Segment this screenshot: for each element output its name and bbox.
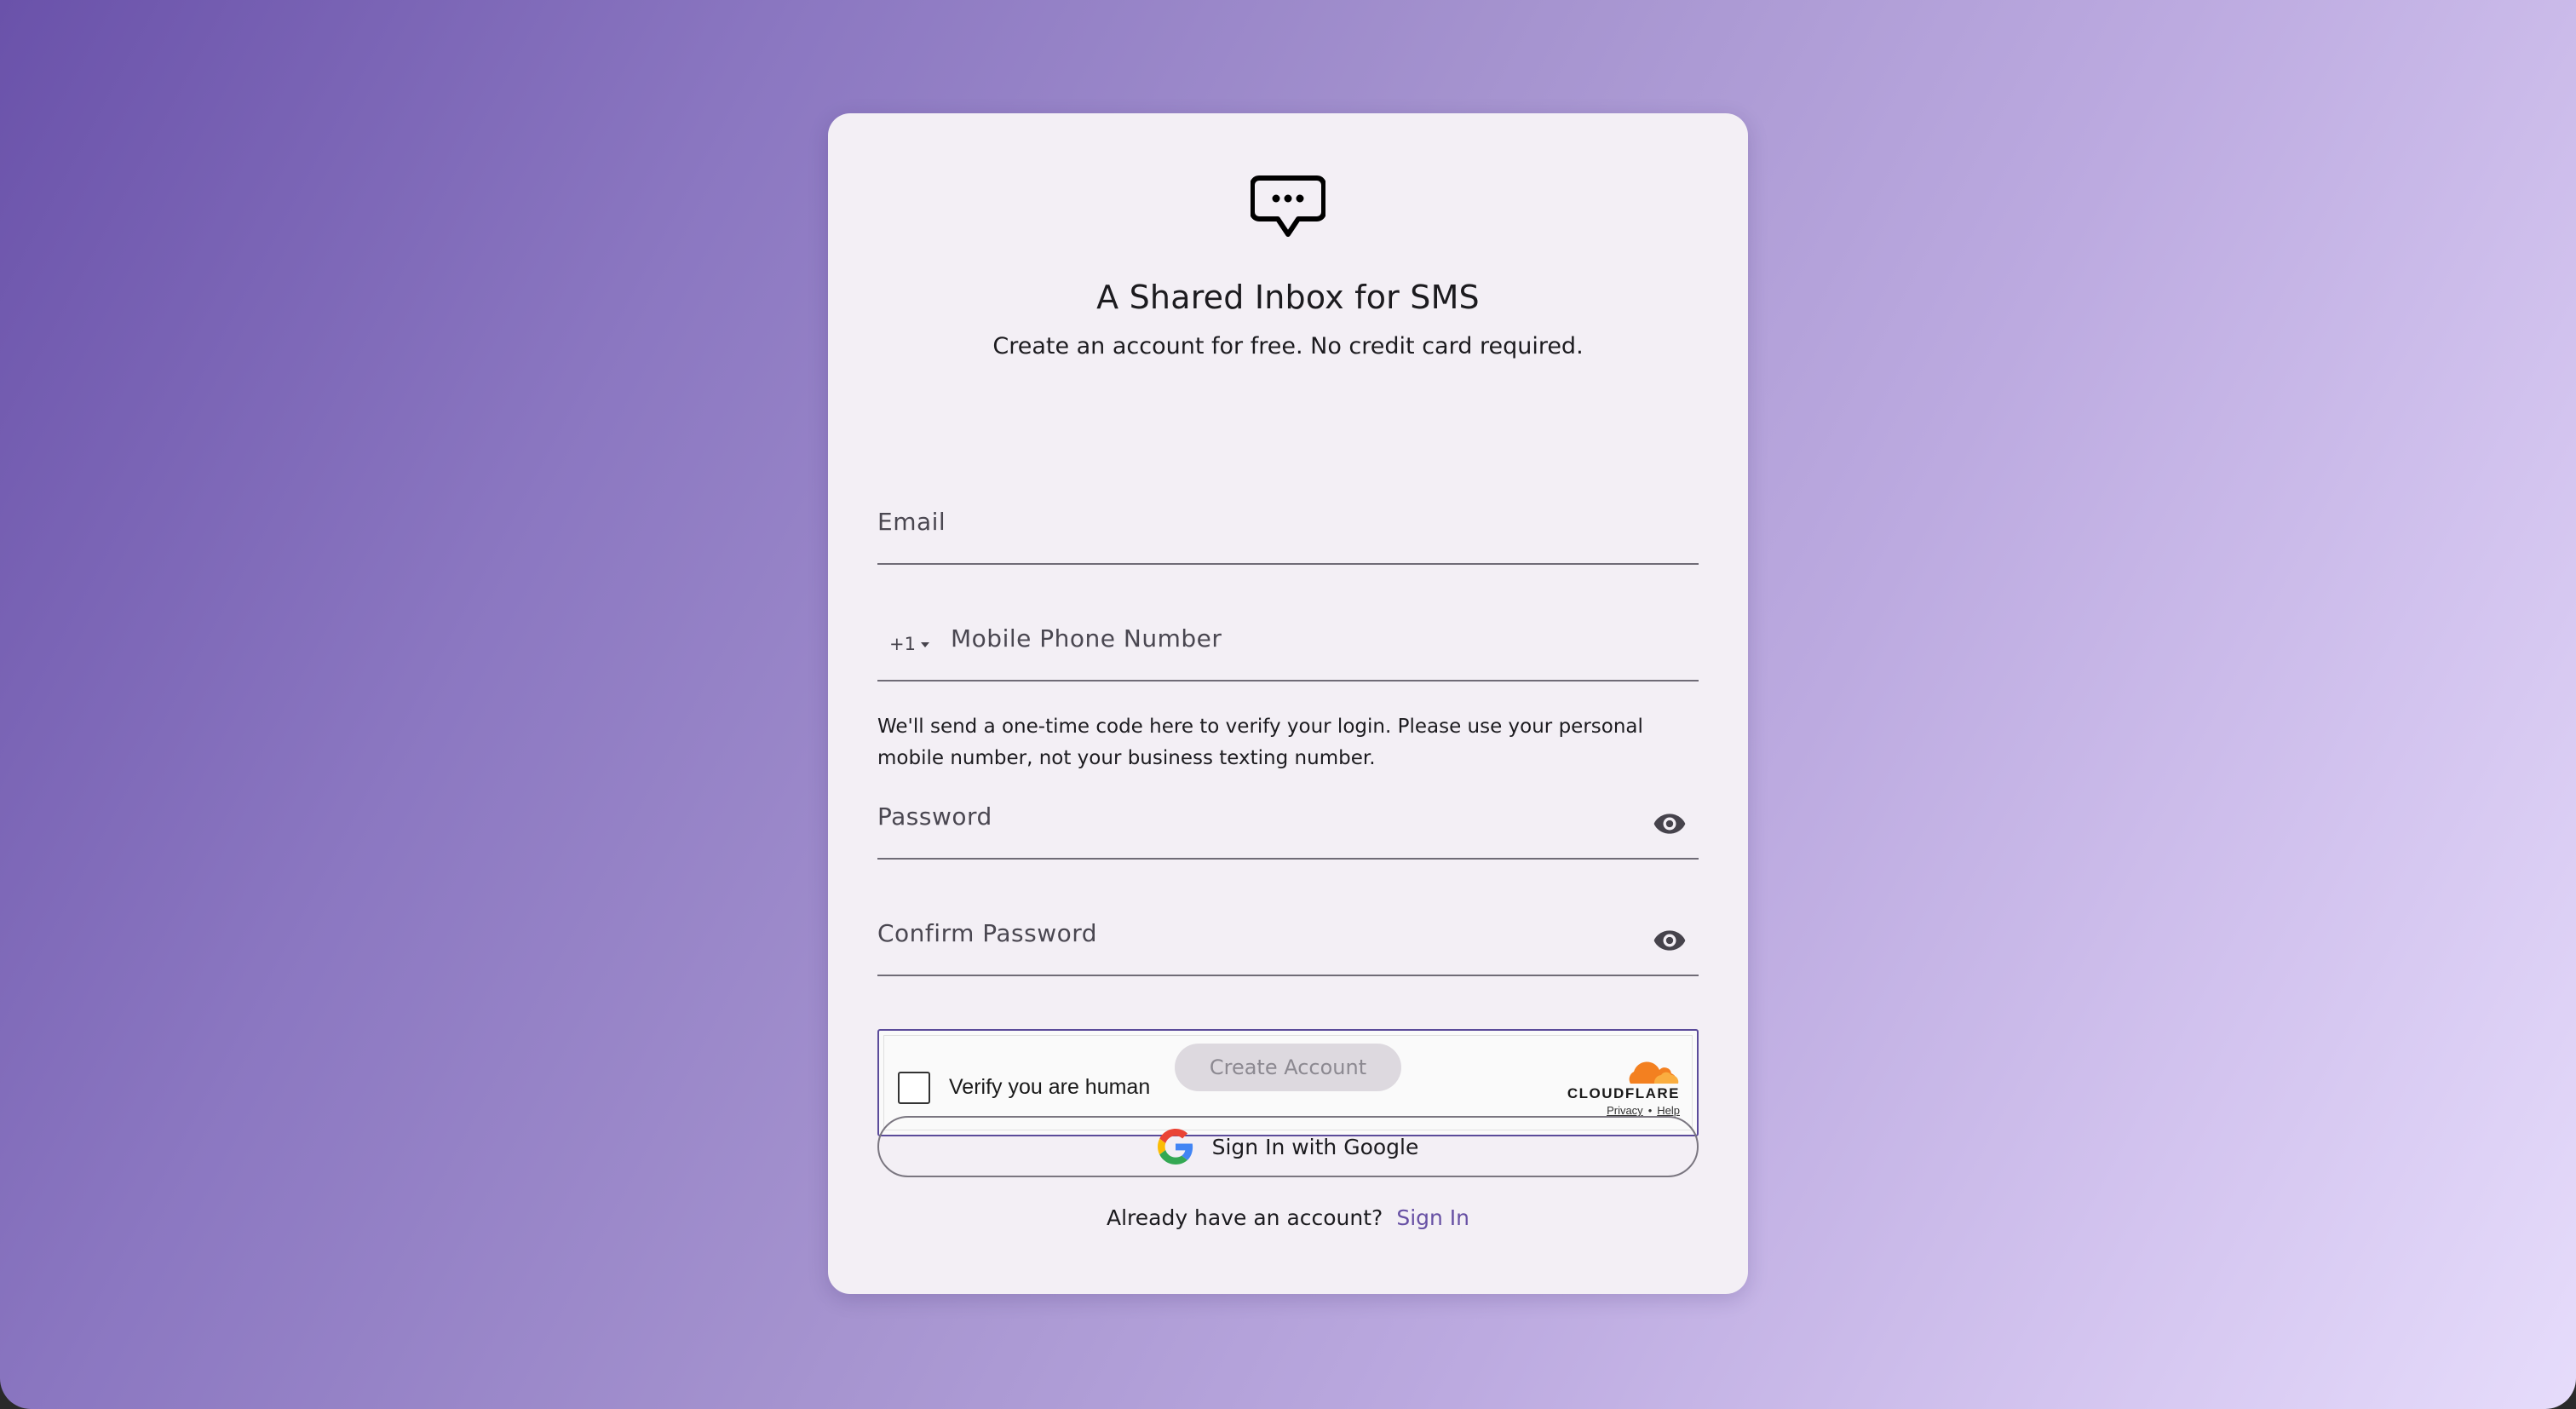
cloudflare-wordmark: CLOUDFLARE — [1567, 1085, 1680, 1101]
verify-human-label: Verify you are human — [949, 1075, 1151, 1099]
page-title: A Shared Inbox for SMS — [1096, 279, 1480, 316]
verify-human-checkbox[interactable] — [898, 1072, 930, 1104]
sign-in-link[interactable]: Sign In — [1396, 1205, 1469, 1230]
phone-field-container: +1 — [877, 612, 1699, 681]
captcha-links: Privacy • Help — [1607, 1104, 1680, 1117]
sign-in-with-google-button[interactable]: Sign In with Google — [877, 1116, 1699, 1177]
password-field-container — [877, 790, 1699, 860]
email-field[interactable] — [877, 495, 1699, 563]
already-have-account-text: Already have an account? — [1106, 1205, 1383, 1230]
help-link[interactable]: Help — [1657, 1104, 1680, 1117]
link-separator: • — [1647, 1104, 1653, 1117]
eye-icon[interactable] — [1653, 923, 1687, 958]
phone-field[interactable] — [877, 612, 1699, 680]
google-button-label: Sign In with Google — [1211, 1134, 1419, 1159]
password-field[interactable] — [877, 790, 1699, 858]
eye-icon[interactable] — [1653, 807, 1687, 841]
signup-card: A Shared Inbox for SMS Create an account… — [828, 113, 1748, 1294]
page-subtitle: Create an account for free. No credit ca… — [992, 333, 1584, 359]
confirm-password-field-container — [877, 906, 1699, 976]
email-field-container — [877, 495, 1699, 565]
google-logo-icon — [1157, 1129, 1193, 1165]
cloudflare-logo-icon — [1629, 1061, 1679, 1084]
privacy-link[interactable]: Privacy — [1607, 1104, 1643, 1117]
phone-helper-text: We'll send a one-time code here to verif… — [877, 716, 1643, 769]
sign-in-prompt: Already have an account? Sign In — [828, 1205, 1748, 1230]
confirm-password-field[interactable] — [877, 906, 1699, 975]
create-account-button[interactable]: Create Account — [1175, 1044, 1401, 1091]
app-window: A Shared Inbox for SMS Create an account… — [0, 0, 2576, 1409]
chat-bubble-ellipsis-icon — [1251, 175, 1325, 237]
